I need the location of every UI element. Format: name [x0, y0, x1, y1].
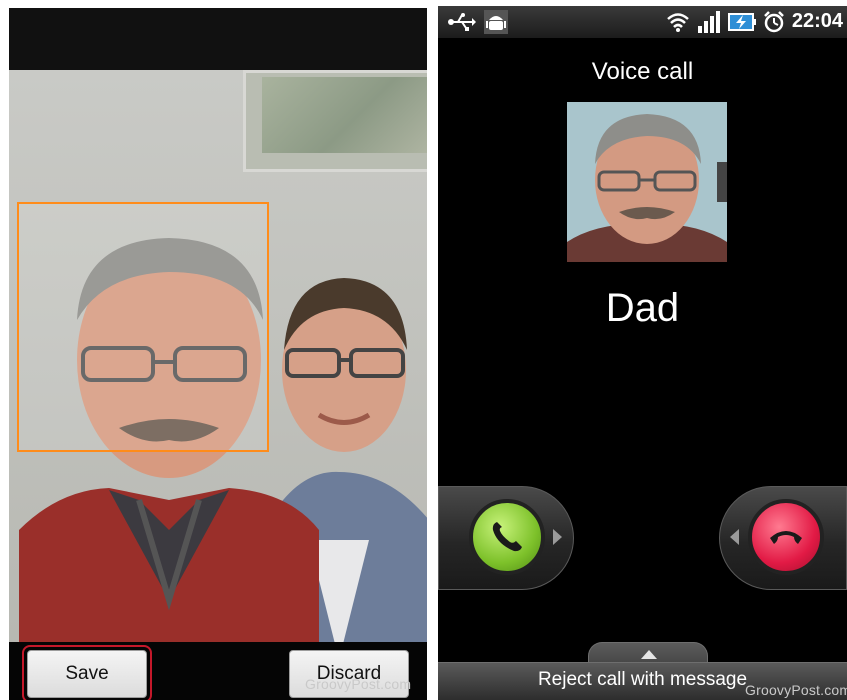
top-bar — [9, 8, 427, 70]
phone-hangup-icon — [770, 531, 802, 544]
wall-picture-frame — [243, 70, 427, 172]
photo-canvas[interactable] — [9, 70, 427, 642]
answer-slider-dock — [438, 486, 574, 590]
status-bar: 22:04 — [438, 6, 847, 38]
slide-left-arrow-icon — [730, 529, 739, 545]
usb-icon — [448, 13, 476, 31]
android-debug-icon — [484, 10, 508, 34]
face-crop-box[interactable] — [17, 202, 269, 452]
answer-call-button[interactable] — [469, 499, 545, 575]
caller-name: Dad — [605, 286, 680, 330]
slide-right-arrow-icon — [553, 529, 562, 545]
status-clock: 22:04 — [791, 10, 843, 32]
caller-photo — [567, 102, 727, 262]
save-button[interactable]: Save — [27, 650, 147, 698]
alarm-icon — [763, 10, 784, 32]
watermark-right: GroovyPost.com — [745, 682, 847, 698]
incoming-call-screen: 22:04 Voice call Dad Reject call with me… — [438, 6, 847, 700]
signal-icon — [697, 10, 720, 33]
crop-editor-screen: Save Discard — [9, 8, 427, 700]
reject-slider-dock — [719, 486, 847, 590]
watermark-left: GroovyPost.com — [305, 676, 412, 692]
phone-answer-icon — [492, 522, 522, 552]
wifi-icon — [667, 12, 689, 32]
call-type-title: Voice call — [591, 58, 694, 85]
battery-charging-icon — [727, 12, 756, 31]
reject-call-button[interactable] — [748, 499, 824, 575]
chevron-up-icon — [641, 650, 657, 659]
